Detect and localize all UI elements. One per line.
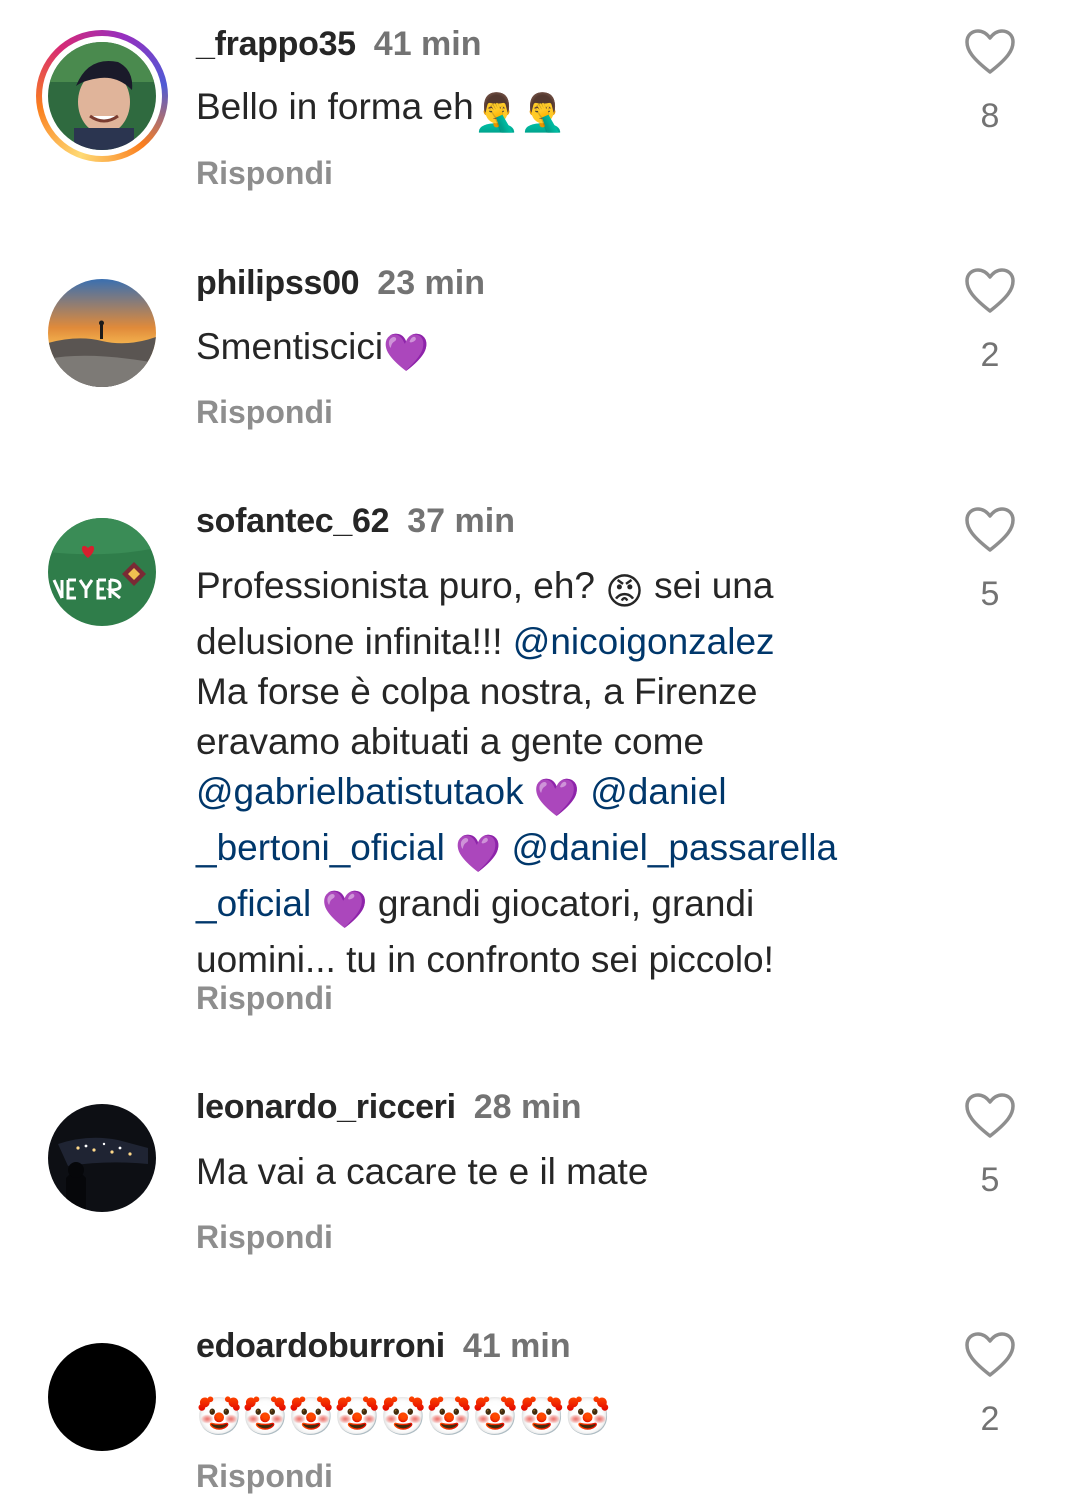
comment-username[interactable]: edoardoburroni [196, 1327, 445, 1365]
story-ring[interactable] [36, 30, 168, 162]
comment-text: Smentiscici💜 [196, 322, 916, 378]
like-count: 5 [980, 575, 1000, 613]
comment-text: 🤡🤡🤡🤡🤡🤡🤡🤡🤡 [196, 1386, 916, 1442]
comment-time: 28 min [473, 1088, 582, 1126]
purple-heart-emoji: 💜 [533, 777, 580, 818]
comment-text-body: Smentiscici [196, 326, 384, 367]
reply-button[interactable]: Rispondi [196, 392, 333, 432]
avatar[interactable] [48, 1104, 156, 1212]
comment-time: 23 min [377, 264, 486, 302]
comment-text-body: Bello in forma eh [196, 86, 474, 127]
comment-username[interactable]: _frappo35 [196, 25, 356, 63]
comment-line: eravamo abituati a gente come [196, 721, 705, 762]
mention-link[interactable]: @gabrielbatistutaok [196, 771, 524, 812]
heart-outline-icon[interactable] [964, 1092, 1016, 1140]
mention-link[interactable]: @daniel [590, 771, 726, 812]
comment-line: delusione infinita!!! [196, 621, 513, 662]
mention-link[interactable]: _oficial [196, 883, 311, 924]
comment-text: Ma vai a cacare te e il mate [196, 1147, 916, 1197]
reply-button[interactable]: Rispondi [196, 153, 333, 193]
heart-outline-icon[interactable] [964, 28, 1016, 76]
reply-button[interactable]: Rispondi [196, 978, 333, 1018]
comment-time: 41 min [373, 25, 482, 63]
comment-time: 41 min [462, 1327, 571, 1365]
comment-line: sei una [643, 565, 774, 606]
avatar[interactable] [48, 42, 156, 150]
comment-username[interactable]: philipss00 [196, 264, 360, 302]
like-count: 5 [980, 1161, 1000, 1199]
purple-heart-emoji: 💜 [455, 833, 502, 874]
mention-link[interactable]: _bertoni_oficial [196, 827, 445, 868]
comment-line: Professionista puro, eh? [196, 565, 606, 606]
comment-text-body: Ma vai a cacare te e il mate [196, 1151, 649, 1192]
purple-heart-emoji: 💜 [383, 332, 430, 373]
avatar[interactable] [48, 518, 156, 626]
comment-text: Professionista puro, eh? 😡 sei una delus… [196, 561, 916, 985]
comment-username[interactable]: leonardo_ricceri [196, 1088, 456, 1126]
purple-heart-emoji: 💜 [321, 889, 368, 930]
like-count: 2 [980, 336, 1000, 374]
facepalm-emoji: 🤦‍♂️🤦‍♂️ [473, 92, 566, 133]
clown-face-emoji: 🤡🤡🤡🤡🤡🤡🤡🤡🤡 [196, 1396, 611, 1437]
like-count: 8 [980, 97, 1000, 135]
avatar[interactable] [48, 1343, 156, 1451]
reply-button[interactable]: Rispondi [196, 1456, 333, 1496]
comment-line: grandi giocatori, grandi [367, 883, 755, 924]
angry-face-emoji: 😡 [605, 571, 644, 612]
mention-link[interactable]: @daniel_passarella [512, 827, 838, 868]
heart-outline-icon[interactable] [964, 267, 1016, 315]
reply-button[interactable]: Rispondi [196, 1217, 333, 1257]
comment-username[interactable]: sofantec_62 [196, 502, 390, 540]
avatar[interactable] [48, 279, 156, 387]
comment-text: Bello in forma eh🤦‍♂️🤦‍♂️ [196, 82, 916, 138]
mention-link[interactable]: @nicoigonzalez [513, 621, 775, 662]
like-count: 2 [980, 1400, 1000, 1438]
heart-outline-icon[interactable] [964, 1331, 1016, 1379]
comment-time: 37 min [407, 502, 515, 540]
heart-outline-icon[interactable] [964, 506, 1016, 554]
comment-line: Ma forse è colpa nostra, a Firenze [196, 671, 758, 712]
